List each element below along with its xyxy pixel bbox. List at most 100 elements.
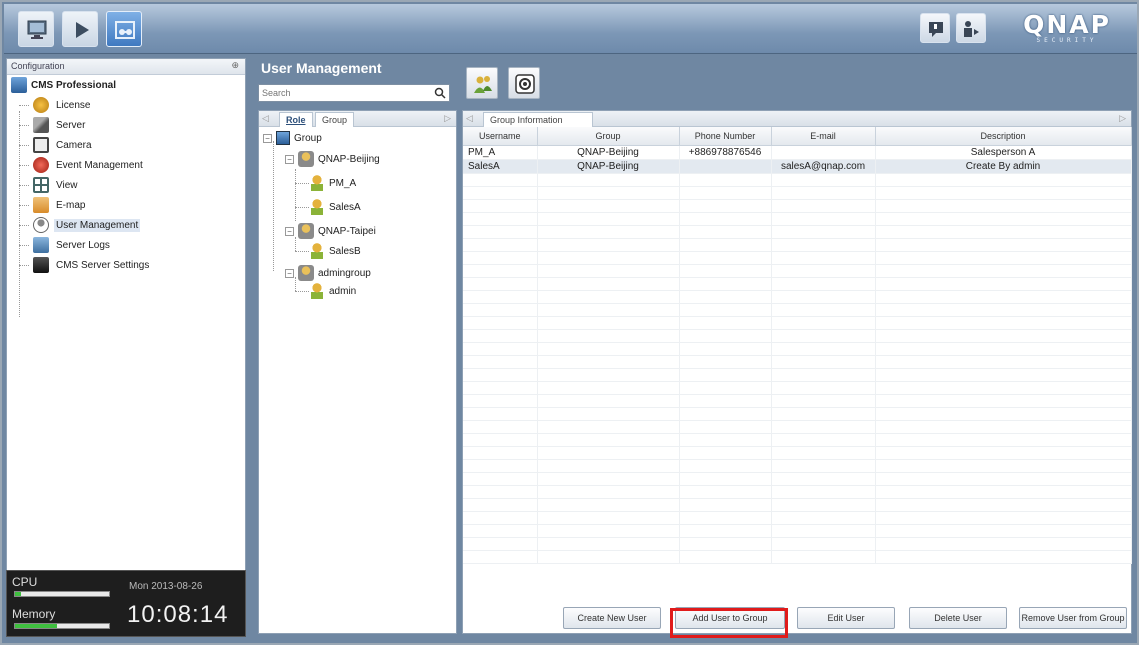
cell-group: QNAP-Beijing	[537, 159, 680, 174]
tab-group-information[interactable]: Group Information	[483, 112, 593, 127]
empty-cell	[463, 537, 538, 551]
live-view-button[interactable]	[18, 11, 54, 47]
empty-cell	[875, 537, 1132, 551]
empty-cell	[537, 316, 680, 330]
empty-cell	[771, 277, 876, 291]
remove-user-from-group-button[interactable]: Remove User from Group	[1019, 607, 1127, 629]
empty-row	[463, 173, 1132, 187]
pin-icon[interactable]: ⊕	[231, 60, 239, 71]
tree-group-qnap-beijing[interactable]: − QNAP-Beijing	[285, 151, 380, 167]
empty-cell	[537, 251, 680, 265]
empty-row	[463, 355, 1132, 369]
empty-row	[463, 394, 1132, 408]
nav-label: Event Management	[56, 159, 143, 171]
scroll-left-icon[interactable]: ◁	[262, 113, 269, 124]
table-row[interactable]: PM_A QNAP-Beijing +886978876546 Salesper…	[463, 145, 1132, 160]
nav-item-view[interactable]: View	[11, 175, 245, 195]
add-user-to-group-button[interactable]: Add User to Group	[675, 607, 785, 629]
column-description[interactable]: Description	[875, 127, 1132, 146]
tree-user-salesb[interactable]: SalesB	[311, 243, 361, 259]
tree-user-admin[interactable]: admin	[311, 283, 356, 299]
tree-user-salesa[interactable]: SalesA	[311, 199, 361, 215]
collapse-icon[interactable]: −	[263, 133, 272, 143]
column-phone-number[interactable]: Phone Number	[679, 127, 772, 146]
tab-group[interactable]: Group	[315, 112, 355, 127]
empty-row	[463, 498, 1132, 512]
nav-item-e-map[interactable]: E-map	[11, 195, 245, 215]
empty-cell	[875, 290, 1132, 304]
configuration-button[interactable]	[106, 11, 142, 47]
tree-user-pm-a[interactable]: PM_A	[311, 175, 356, 191]
empty-cell	[463, 186, 538, 200]
server-logs-icon	[33, 237, 49, 253]
empty-row	[463, 238, 1132, 252]
nav-item-license[interactable]: License	[11, 95, 245, 115]
empty-cell	[875, 342, 1132, 356]
empty-cell	[875, 199, 1132, 213]
tab-role[interactable]: Role	[279, 112, 313, 127]
play-icon	[76, 22, 89, 38]
empty-cell	[463, 446, 538, 460]
column-group[interactable]: Group	[537, 127, 680, 146]
playback-button[interactable]	[62, 11, 98, 47]
user-label: SalesB	[329, 245, 361, 257]
empty-cell	[537, 420, 680, 434]
empty-cell	[771, 381, 876, 395]
empty-cell	[771, 251, 876, 265]
empty-cell	[537, 290, 680, 304]
search-input[interactable]	[259, 85, 429, 101]
empty-cell	[875, 212, 1132, 226]
column-username[interactable]: Username	[463, 127, 538, 146]
configuration-panel: Configuration ⊕ CMS Professional License…	[6, 58, 246, 572]
message-button[interactable]	[920, 13, 950, 43]
collapse-icon[interactable]: −	[285, 154, 294, 164]
empty-cell	[875, 485, 1132, 499]
nav-item-camera[interactable]: Camera	[11, 135, 245, 155]
search-box[interactable]	[258, 84, 450, 102]
configuration-header: Configuration ⊕	[7, 59, 245, 75]
column-email[interactable]: E-mail	[771, 127, 876, 146]
edit-user-button[interactable]: Edit User	[797, 607, 895, 629]
empty-cell	[875, 264, 1132, 278]
scroll-right-icon[interactable]: ▷	[1119, 113, 1126, 124]
qnap-logo: QNAP SECURITY	[1023, 10, 1111, 44]
logout-button[interactable]	[956, 13, 986, 43]
empty-cell	[771, 498, 876, 512]
cell-phone	[679, 159, 772, 174]
nav-item-server-logs[interactable]: Server Logs	[11, 235, 245, 255]
nav-item-user-management[interactable]: User Management	[11, 215, 245, 235]
record-button[interactable]	[508, 67, 540, 99]
top-toolbar: QNAP SECURITY	[4, 4, 1137, 54]
scroll-left-icon[interactable]: ◁	[466, 113, 473, 124]
tree-root-group[interactable]: − Group	[263, 131, 322, 145]
table-row[interactable]: SalesA QNAP-Beijing salesA@qnap.com Crea…	[463, 159, 1132, 174]
user-label: admin	[329, 285, 357, 297]
nav-item-event-management[interactable]: Event Management	[11, 155, 245, 175]
empty-cell	[679, 329, 772, 343]
empty-cell	[771, 537, 876, 551]
nav-label: Server	[56, 119, 86, 131]
cell-username: PM_A	[463, 145, 538, 160]
delete-user-button[interactable]: Delete User	[909, 607, 1007, 629]
empty-cell	[875, 550, 1132, 564]
scroll-right-icon[interactable]: ▷	[444, 113, 451, 124]
tree-group-qnap-taipei[interactable]: − QNAP-Taipei	[285, 223, 376, 239]
tree-root-cms-professional[interactable]: CMS Professional	[11, 75, 245, 95]
empty-cell	[679, 368, 772, 382]
page-title: User Management	[261, 60, 382, 76]
create-new-user-button[interactable]: Create New User	[563, 607, 661, 629]
nav-item-cms-server-settings[interactable]: CMS Server Settings	[11, 255, 245, 275]
empty-row	[463, 199, 1132, 213]
nav-item-server[interactable]: Server	[11, 115, 245, 135]
user-icon	[311, 243, 323, 259]
collapse-icon[interactable]: −	[285, 268, 294, 278]
collapse-icon[interactable]: −	[285, 226, 294, 236]
empty-cell	[537, 446, 680, 460]
group-icon	[298, 151, 314, 167]
user-icon	[311, 283, 323, 299]
search-icon[interactable]	[434, 87, 446, 99]
tree-group-admingroup[interactable]: − admingroup	[285, 265, 371, 281]
empty-cell	[771, 368, 876, 382]
user-group-button[interactable]	[466, 67, 498, 99]
empty-cell	[875, 303, 1132, 317]
